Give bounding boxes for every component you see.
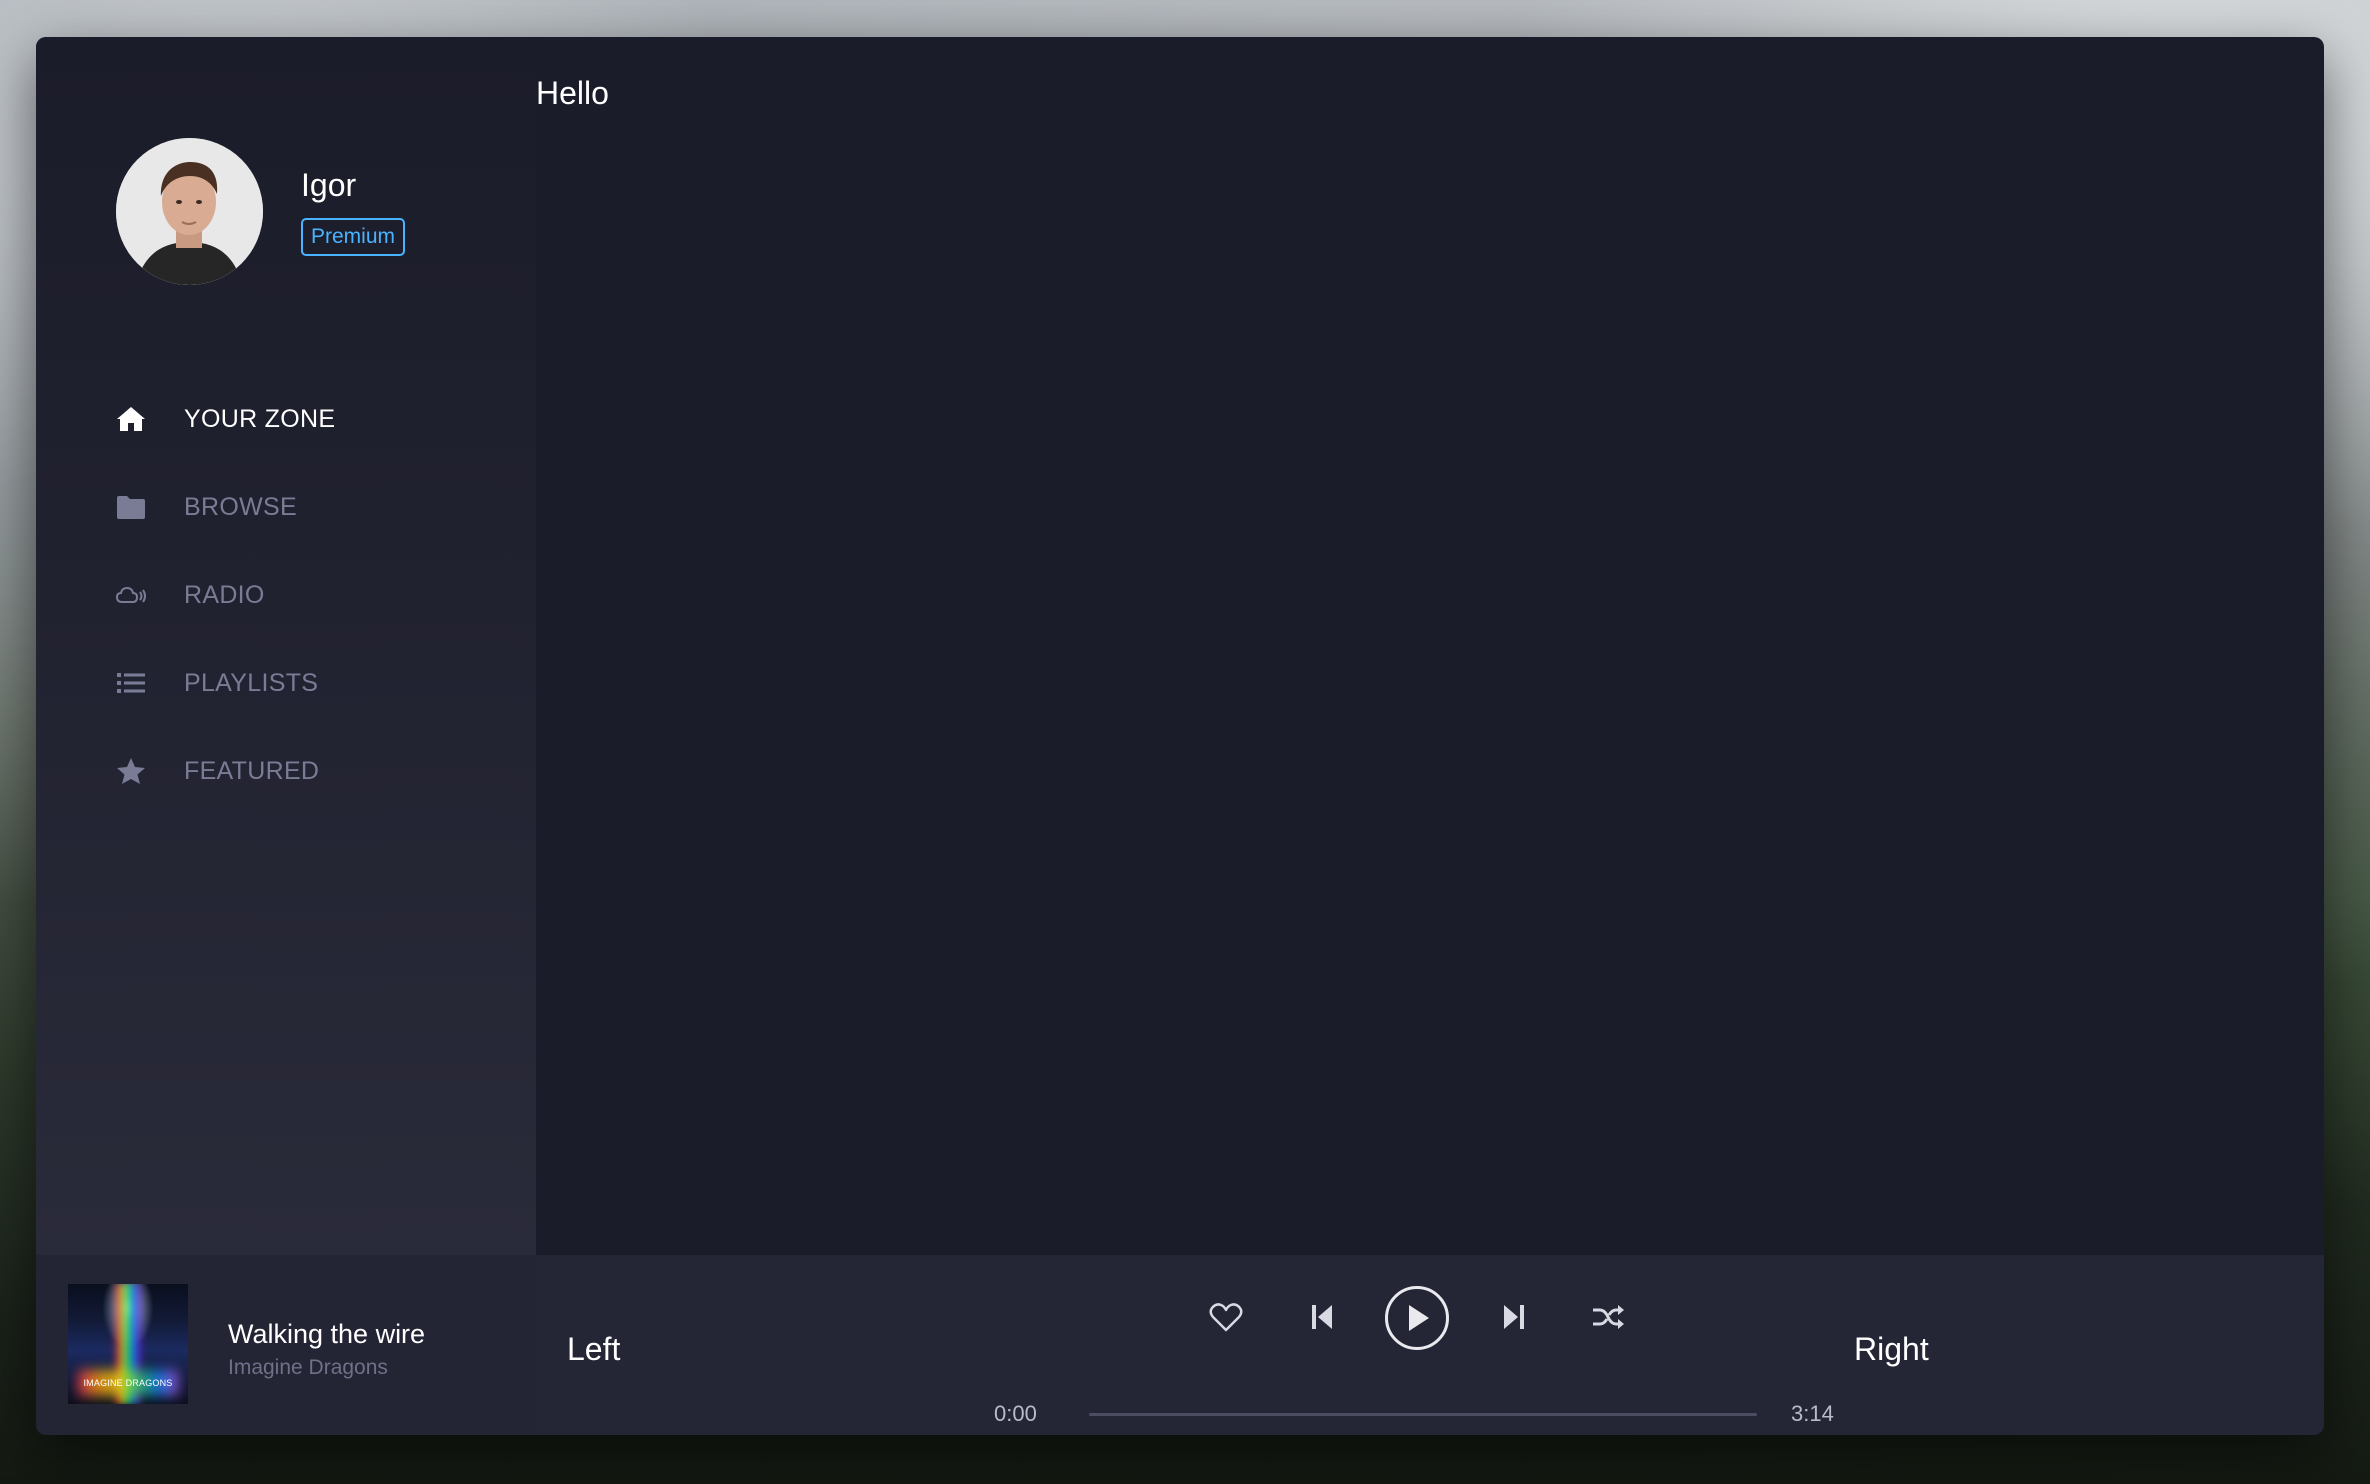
sidebar-item-label: FEATURED <box>184 756 320 785</box>
sidebar-nav: YOUR ZONE BROWSE RADIO PLAYLISTS FEATURE… <box>114 375 335 815</box>
folder-icon <box>114 490 148 524</box>
premium-badge: Premium <box>301 218 406 256</box>
list-icon <box>114 666 148 700</box>
user-profile: Igor Premium <box>116 138 406 285</box>
sidebar-item-your-zone[interactable]: YOUR ZONE <box>114 375 335 463</box>
sidebar-item-playlists[interactable]: PLAYLISTS <box>114 639 335 727</box>
previous-track-button[interactable] <box>1300 1295 1344 1339</box>
shuffle-icon <box>1593 1305 1624 1329</box>
sidebar-item-featured[interactable]: FEATURED <box>114 727 335 815</box>
sidebar-item-browse[interactable]: BROWSE <box>114 463 335 551</box>
avatar[interactable] <box>116 138 263 285</box>
sidebar-item-label: YOUR ZONE <box>184 404 336 433</box>
user-portrait-icon <box>116 138 263 285</box>
page-title: Hello <box>536 75 609 111</box>
next-track-button[interactable] <box>1492 1295 1536 1339</box>
shuffle-button[interactable] <box>1586 1295 1630 1339</box>
profile-info: Igor Premium <box>301 167 406 256</box>
user-name: Igor <box>301 167 357 203</box>
player-bar: IMAGINE DRAGONS Walking the wire Imagine… <box>36 1255 2324 1435</box>
home-icon <box>114 402 148 436</box>
play-button[interactable] <box>1385 1286 1449 1350</box>
heart-icon <box>1209 1303 1243 1332</box>
time-current: 0:00 <box>994 1401 1037 1426</box>
progress-track <box>1089 1413 1757 1416</box>
playback-controls: 0:00 3:14 <box>36 1255 2324 1435</box>
sidebar-item-label: RADIO <box>184 580 265 609</box>
sidebar-item-radio[interactable]: RADIO <box>114 551 335 639</box>
app-window: Igor Premium YOUR ZONE BROWSE RADIO PLAY… <box>36 37 2324 1435</box>
sidebar-item-label: PLAYLISTS <box>184 668 319 697</box>
radio-cloud-icon <box>114 578 148 612</box>
sidebar: Igor Premium YOUR ZONE BROWSE RADIO PLAY… <box>36 37 536 1255</box>
time-total: 3:14 <box>1791 1401 1834 1426</box>
star-icon <box>114 754 148 788</box>
skip-back-icon <box>1312 1305 1332 1329</box>
play-icon <box>1409 1305 1429 1331</box>
sidebar-item-label: BROWSE <box>184 492 297 521</box>
skip-forward-icon <box>1504 1305 1524 1329</box>
like-button[interactable] <box>1204 1295 1248 1339</box>
progress-bar[interactable] <box>1089 1410 1757 1418</box>
